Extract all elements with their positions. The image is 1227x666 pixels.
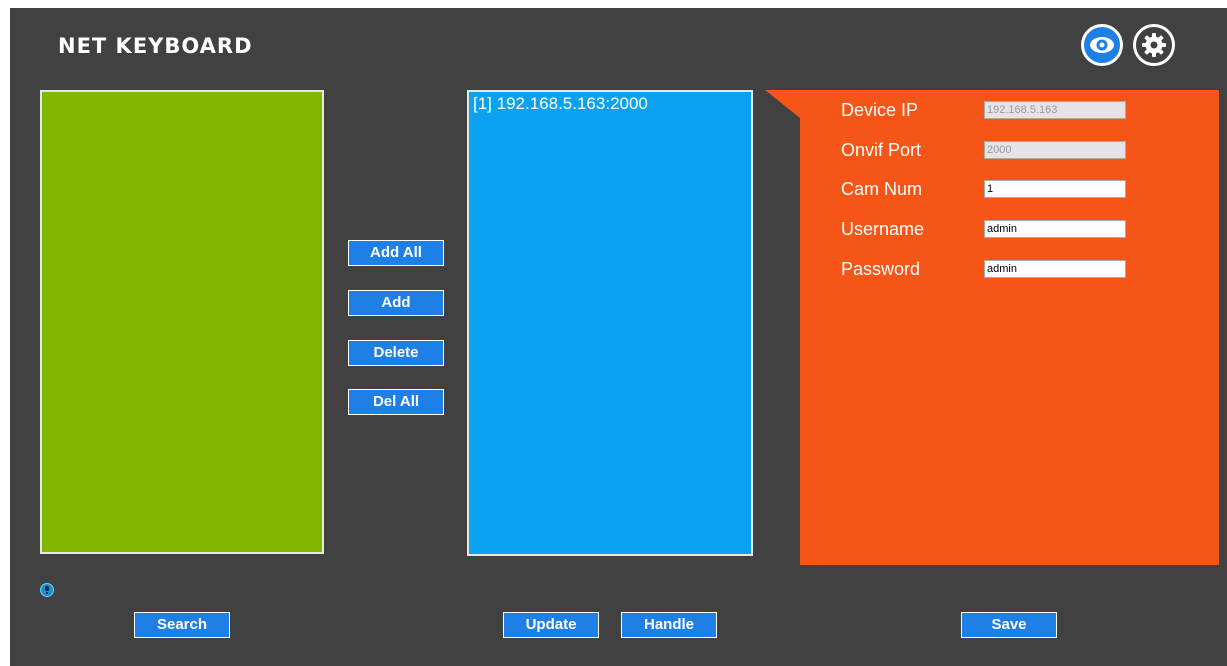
username-field[interactable] (984, 220, 1126, 238)
device-list-item[interactable]: [1] 192.168.5.163:2000 (473, 94, 648, 114)
add-all-button[interactable]: Add All (348, 240, 444, 266)
search-results-list[interactable] (40, 90, 324, 554)
username-label: Username (841, 219, 925, 239)
device-settings-panel: Device IP Onvif Port Cam Num Username Pa… (765, 90, 1219, 565)
app-title: NET KEYBOARD (58, 34, 253, 58)
lightbulb-icon[interactable] (40, 583, 54, 597)
add-button[interactable]: Add (348, 290, 444, 316)
device-list[interactable]: [1] 192.168.5.163:2000 (467, 90, 753, 556)
eye-icon[interactable] (1081, 24, 1123, 66)
gear-icon[interactable] (1133, 24, 1175, 66)
onvif-port-field[interactable] (984, 141, 1126, 159)
cam-num-field[interactable] (984, 180, 1126, 198)
save-button[interactable]: Save (961, 612, 1057, 638)
delete-button[interactable]: Delete (348, 340, 444, 366)
search-button[interactable]: Search (134, 612, 230, 638)
device-ip-field[interactable] (984, 101, 1126, 119)
app-window: NET KEYBOARD Add All Add Delete Del All … (10, 8, 1227, 666)
password-field[interactable] (984, 260, 1126, 278)
del-all-button[interactable]: Del All (348, 389, 444, 415)
update-button[interactable]: Update (503, 612, 599, 638)
password-label: Password (841, 259, 921, 279)
onvif-port-label: Onvif Port (841, 140, 922, 160)
cam-num-label: Cam Num (841, 179, 923, 199)
device-ip-label: Device IP (841, 100, 919, 120)
handle-button[interactable]: Handle (621, 612, 717, 638)
